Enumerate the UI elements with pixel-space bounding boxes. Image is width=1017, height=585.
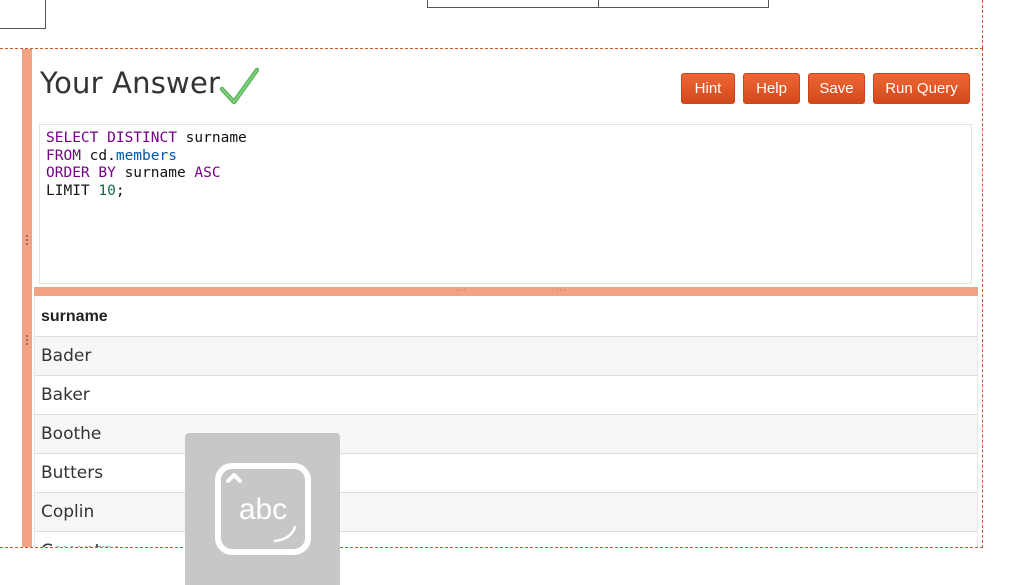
svg-text:abc: abc [239,493,287,526]
column-header-surname: surname [35,297,977,337]
table-row: Coplin [35,492,977,532]
previous-table-cell [599,0,769,7]
table-cell: Coventry [35,531,977,547]
table-row: Butters [35,453,977,493]
run-query-button[interactable]: Run Query [873,73,970,104]
table-row: Bader [35,336,977,376]
previous-section-box [0,0,46,29]
hint-button[interactable]: Hint [681,73,735,104]
vertical-splitter[interactable] [22,49,34,547]
table-cell: Butters [35,453,977,493]
keyboard-overlay[interactable]: abc [185,433,340,585]
sql-editor[interactable]: SELECT DISTINCT surname FROM cd.members … [39,124,972,284]
previous-section-border [982,0,983,48]
table-cell: Baker [35,375,977,415]
table-cell: Bader [35,336,977,376]
table-row: Baker [35,375,977,415]
table-cell: Coplin [35,492,977,532]
table-row: Boothe [35,414,977,454]
table-cell: Boothe [35,414,977,454]
editor-line: FROM cd.members [46,147,177,164]
results-table: surname Bader Baker Boothe Butters Copli… [34,297,978,547]
save-button[interactable]: Save [808,73,865,104]
horizontal-splitter[interactable]: ··· ··· [34,287,978,296]
page-title: Your Answer [40,66,221,100]
previous-table-cell [428,0,599,7]
keyboard-abc-icon: abc [215,463,311,555]
previous-table [427,0,769,8]
editor-line: ORDER BY surname ASC [46,165,221,181]
table-row: Coventry [35,531,977,547]
checkmark-icon [219,67,259,105]
editor-line: SELECT DISTINCT surname [46,130,247,146]
editor-line: LIMIT 10; [46,182,125,199]
help-button[interactable]: Help [743,73,800,104]
